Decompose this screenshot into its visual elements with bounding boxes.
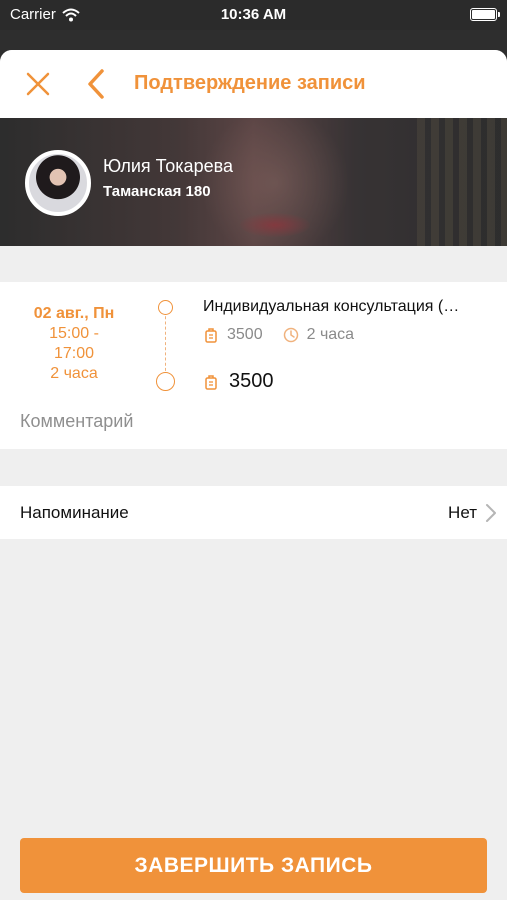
status-bar: Carrier 10:36 AM	[0, 0, 507, 30]
reminder-value: Нет	[448, 503, 477, 522]
battery-icon	[470, 8, 500, 21]
comment-input[interactable]	[20, 394, 490, 449]
chevron-left-icon[interactable]	[84, 68, 108, 100]
chevron-right-icon	[486, 504, 496, 522]
timeline-dot-service	[158, 300, 173, 315]
close-icon[interactable]	[24, 70, 52, 98]
booking-duration: 2 часа	[50, 365, 98, 382]
status-time: 10:36 AM	[220, 6, 287, 23]
booking-time-end: 17:00	[53, 345, 95, 362]
finish-booking-button[interactable]: ЗАВЕРШИТЬ ЗАПИСЬ	[20, 838, 487, 893]
avatar[interactable]	[25, 150, 91, 216]
price-tag-icon	[205, 328, 217, 343]
service-name: Индивидуальная консультация (…	[203, 298, 460, 315]
comment-row	[0, 394, 507, 449]
confirmation-sheet: Подтверждение записи Юлия Токарева Таман…	[0, 50, 507, 900]
timeline-line	[165, 306, 166, 376]
price-tag-icon	[205, 374, 217, 390]
page-title: Подтверждение записи	[134, 72, 366, 94]
reminder-label: Напоминание	[20, 503, 129, 522]
reminder-row[interactable]: Напоминание Нет	[0, 486, 507, 539]
total-price-value: 3500	[229, 370, 274, 392]
nav-bar: Подтверждение записи	[0, 50, 507, 118]
battery-level	[472, 10, 495, 19]
timeline-dot-total	[156, 372, 175, 391]
service-meta: 3500 2 часа	[203, 326, 354, 344]
clock-icon	[283, 327, 298, 343]
booking-time-start: 15:00 -	[49, 325, 99, 342]
booking-datetime: 02 авг., Пн 15:00 - 17:00 2 часа	[0, 304, 148, 384]
service-price: 3500	[227, 326, 263, 343]
booking-date: 02 авг., Пн	[33, 305, 115, 322]
service-duration: 2 часа	[306, 326, 355, 343]
service-card: 02 авг., Пн 15:00 - 17:00 2 часа Индивид…	[0, 282, 507, 394]
master-address: Таманская 180	[103, 183, 211, 200]
master-header: Юлия Токарева Таманская 180	[0, 118, 507, 246]
total-price: 3500	[203, 370, 274, 393]
master-name: Юлия Токарева	[103, 156, 233, 176]
